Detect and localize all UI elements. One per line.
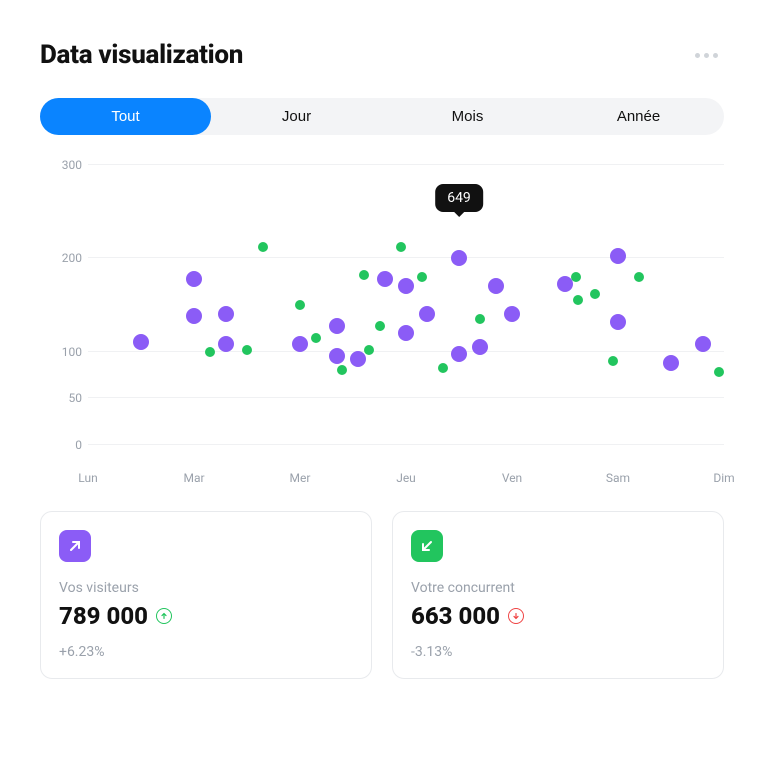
- data-point[interactable]: [337, 365, 347, 375]
- chart-tooltip: 649: [435, 184, 483, 212]
- y-tick-label: 100: [54, 345, 82, 359]
- grid-line: 0: [88, 444, 724, 445]
- x-tick-label: Mer: [290, 471, 311, 485]
- data-point[interactable]: [608, 356, 618, 366]
- data-point[interactable]: [133, 334, 149, 350]
- data-point[interactable]: [488, 278, 504, 294]
- data-point[interactable]: [359, 270, 369, 280]
- data-point[interactable]: [242, 345, 252, 355]
- x-tick-label: Sam: [606, 471, 630, 485]
- stat-card: Votre concurrent 663 000 -3.13%: [392, 511, 724, 679]
- data-point[interactable]: [329, 348, 345, 364]
- data-point[interactable]: [258, 242, 268, 252]
- data-point[interactable]: [573, 295, 583, 305]
- data-point[interactable]: [218, 306, 234, 322]
- data-point[interactable]: [610, 248, 626, 264]
- time-range-segmented: ToutJourMoisAnnée: [40, 98, 724, 135]
- data-point[interactable]: [375, 321, 385, 331]
- x-tick-label: Jeu: [396, 471, 416, 485]
- tab-tout[interactable]: Tout: [40, 98, 211, 135]
- scatter-chart: 050100200300649 LunMarMerJeuVenSamDim: [40, 155, 724, 485]
- page-title: Data visualization: [40, 40, 243, 70]
- trend-up-icon: [156, 608, 172, 624]
- y-tick-label: 200: [54, 251, 82, 265]
- data-point[interactable]: [419, 306, 435, 322]
- data-point[interactable]: [417, 272, 427, 282]
- data-point[interactable]: [714, 367, 724, 377]
- card-value: 663 000: [411, 602, 500, 630]
- data-point[interactable]: [695, 336, 711, 352]
- data-point[interactable]: [634, 272, 644, 282]
- data-point[interactable]: [350, 351, 366, 367]
- y-tick-label: 50: [54, 391, 82, 405]
- card-label: Votre concurrent: [411, 580, 705, 596]
- more-icon[interactable]: [689, 47, 724, 64]
- data-point[interactable]: [311, 333, 321, 343]
- card-change: +6.23%: [59, 644, 353, 660]
- grid-line: 200: [88, 257, 724, 258]
- data-point[interactable]: [590, 289, 600, 299]
- x-tick-label: Ven: [502, 471, 522, 485]
- data-point[interactable]: [377, 271, 393, 287]
- card-label: Vos visiteurs: [59, 580, 353, 596]
- tab-mois[interactable]: Mois: [382, 98, 553, 135]
- data-point[interactable]: [186, 308, 202, 324]
- arrow-up-right-icon: [59, 530, 91, 562]
- data-point[interactable]: [205, 347, 215, 357]
- grid-line: 300: [88, 164, 724, 165]
- stat-card: Vos visiteurs 789 000 +6.23%: [40, 511, 372, 679]
- x-tick-label: Mar: [183, 471, 204, 485]
- data-point[interactable]: [610, 314, 626, 330]
- data-point[interactable]: [504, 306, 520, 322]
- data-point[interactable]: [472, 339, 488, 355]
- tab-année[interactable]: Année: [553, 98, 724, 135]
- data-point[interactable]: [571, 272, 581, 282]
- data-point[interactable]: [398, 278, 414, 294]
- trend-down-icon: [508, 608, 524, 624]
- y-tick-label: 0: [54, 438, 82, 452]
- data-point[interactable]: [186, 271, 202, 287]
- data-point[interactable]: [398, 325, 414, 341]
- stat-cards: Vos visiteurs 789 000 +6.23% Votre concu…: [40, 511, 724, 679]
- x-tick-label: Lun: [78, 471, 97, 485]
- data-point[interactable]: [396, 242, 406, 252]
- data-point[interactable]: [364, 345, 374, 355]
- data-point[interactable]: [292, 336, 308, 352]
- data-point[interactable]: [475, 314, 485, 324]
- grid-line: 100: [88, 351, 724, 352]
- card-value: 789 000: [59, 602, 148, 630]
- data-point[interactable]: [451, 250, 467, 266]
- tab-jour[interactable]: Jour: [211, 98, 382, 135]
- data-point[interactable]: [295, 300, 305, 310]
- data-point[interactable]: [218, 336, 234, 352]
- data-point[interactable]: [451, 346, 467, 362]
- card-change: -3.13%: [411, 644, 705, 660]
- arrow-down-left-icon: [411, 530, 443, 562]
- x-tick-label: Dim: [713, 471, 734, 485]
- data-point[interactable]: [329, 318, 345, 334]
- data-point[interactable]: [663, 355, 679, 371]
- data-point[interactable]: [438, 363, 448, 373]
- grid-line: 50: [88, 397, 724, 398]
- y-tick-label: 300: [54, 158, 82, 172]
